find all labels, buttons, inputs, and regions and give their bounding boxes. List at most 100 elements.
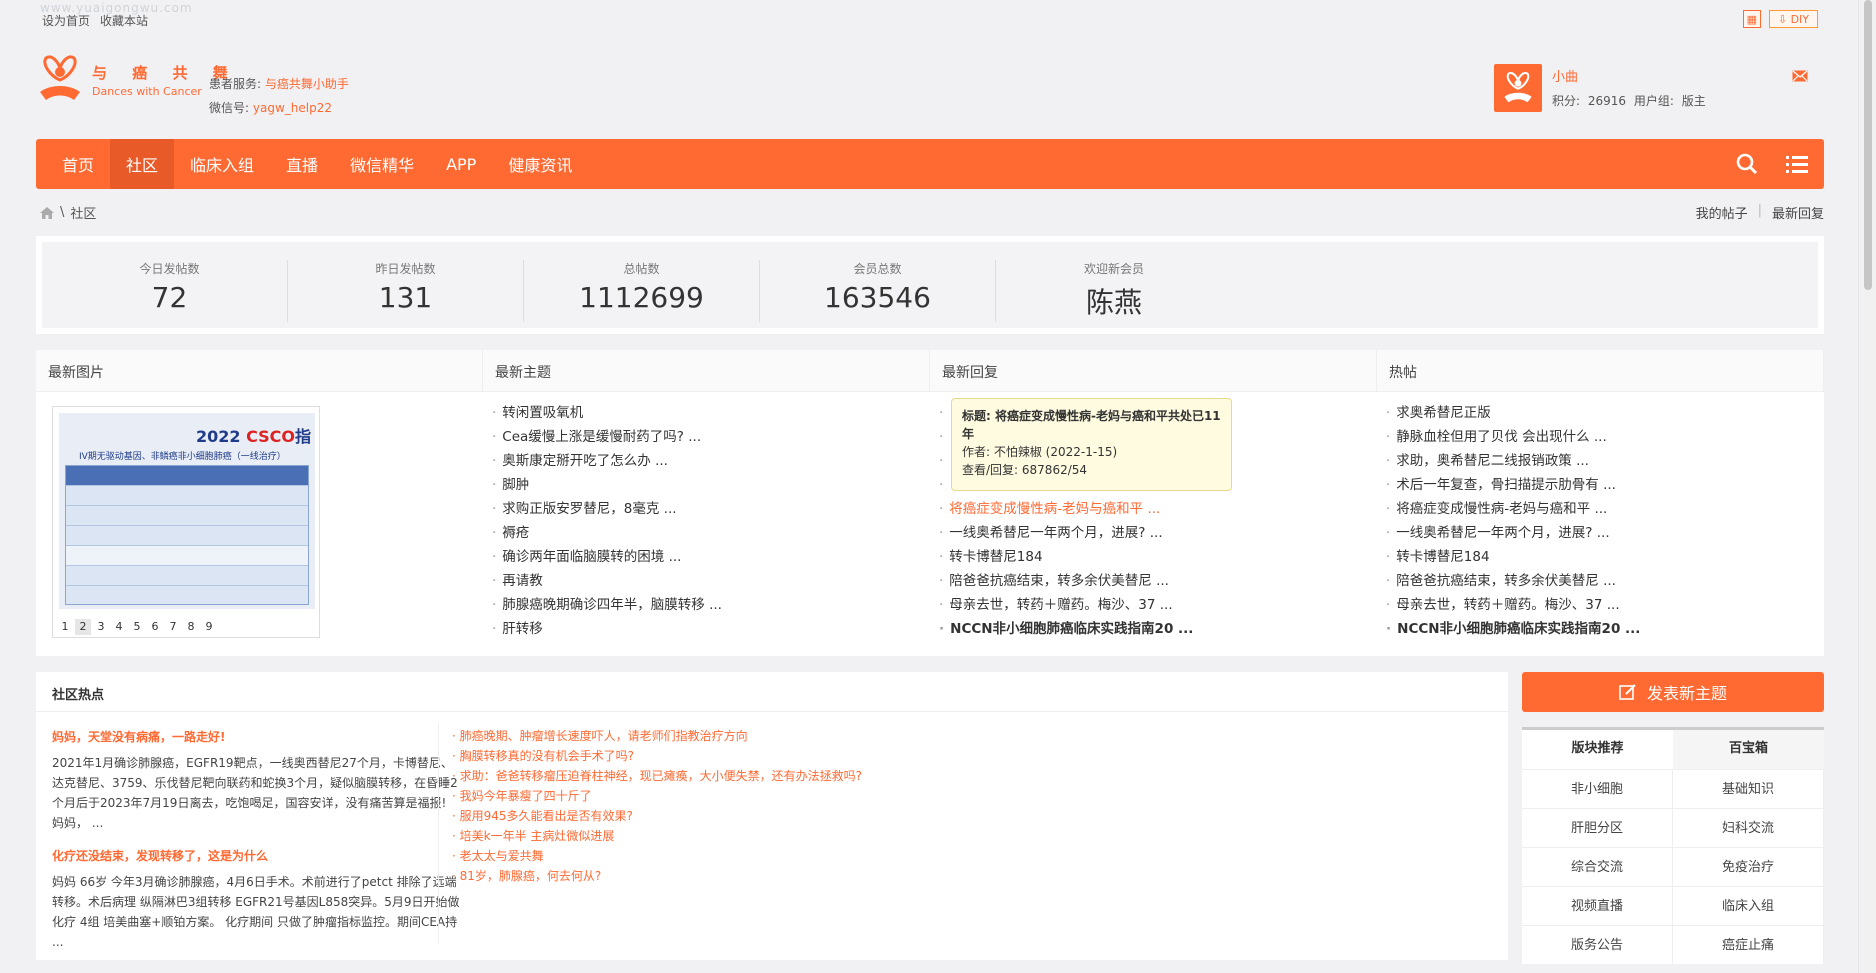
list-item[interactable]: 肝转移 bbox=[492, 617, 722, 641]
header-latest-replies: 最新回复 bbox=[930, 350, 1377, 391]
list-item[interactable]: 陪爸爸抗癌结束，转多余伏美替尼 ... bbox=[939, 569, 1193, 593]
home-icon[interactable] bbox=[40, 206, 54, 219]
list-item[interactable]: 将癌症变成慢性病-老妈与癌和平 ... bbox=[1386, 497, 1640, 521]
list-item[interactable]: 肺腺癌晚期确诊四年半，脑膜转移 ... bbox=[492, 593, 722, 617]
list-item[interactable]: 脚肿 bbox=[492, 473, 722, 497]
sidebar-item[interactable]: 版务公告 bbox=[1522, 925, 1673, 964]
hot-link[interactable]: 胸膜转移真的没有机会手术了吗? bbox=[452, 746, 862, 766]
list-item[interactable]: 褥疮 bbox=[492, 521, 722, 545]
nav-wechat-highlights[interactable]: 微信精华 bbox=[334, 139, 430, 189]
tab-toolbox[interactable]: 百宝箱 bbox=[1673, 730, 1824, 769]
latest-image-slideshow[interactable]: 2022 CSCO指 IV期无驱动基因、非鳞癌非小细胞肺癌（一线治疗） 1 2 … bbox=[52, 406, 320, 638]
list-item[interactable]: 术后一年复查，骨扫描提示肋骨有 ... bbox=[1386, 473, 1640, 497]
list-item[interactable]: 一线奥希替尼一年两个月，进展? ... bbox=[1386, 521, 1640, 545]
sidebar-item[interactable]: 肝胆分区 bbox=[1522, 808, 1673, 847]
scrollbar-thumb[interactable] bbox=[1864, 0, 1872, 290]
nav-live[interactable]: 直播 bbox=[270, 139, 334, 189]
diy-button[interactable]: ⇩ DIY bbox=[1768, 10, 1818, 28]
nav-clinical-trials[interactable]: 临床入组 bbox=[174, 139, 270, 189]
nav-community[interactable]: 社区 bbox=[110, 139, 175, 189]
sidebar-item[interactable]: 视频直播 bbox=[1522, 886, 1673, 925]
pager-page[interactable]: 1 bbox=[57, 619, 73, 635]
community-hot: 社区热点 妈妈，天堂没有病痛，一路走好! 2021年1月确诊肺腺癌，EGFR19… bbox=[36, 672, 1508, 960]
pager-page-current[interactable]: 2 bbox=[75, 619, 91, 635]
pager-page[interactable]: 3 bbox=[93, 619, 109, 635]
list-item[interactable]: 再请教 bbox=[492, 569, 722, 593]
list-item[interactable]: 一线奥希替尼一年两个月，进展? ... bbox=[939, 521, 1193, 545]
feed-headers: 最新图片 最新主题 最新回复 热帖 bbox=[36, 350, 1824, 392]
latest-replies-link[interactable]: 最新回复 bbox=[1772, 203, 1824, 222]
list-item[interactable]: NCCN非小细胞肺癌临床实践指南20 ... bbox=[1386, 617, 1640, 641]
sidebar-item[interactable]: 免疫治疗 bbox=[1673, 847, 1824, 886]
list-item-hovered[interactable]: 将癌症变成慢性病-老妈与癌和平 ... bbox=[939, 497, 1193, 521]
avatar[interactable] bbox=[1494, 64, 1542, 112]
pager-page[interactable]: 7 bbox=[165, 619, 181, 635]
tab-forum-recommend[interactable]: 版块推荐 bbox=[1522, 730, 1673, 769]
search-icon[interactable] bbox=[1736, 153, 1758, 175]
hot-link[interactable]: 我妈今年暴瘦了四十斤了 bbox=[452, 786, 862, 806]
list-item[interactable]: Cea缓慢上涨是缓慢耐药了吗? ... bbox=[492, 425, 722, 449]
logo-icon[interactable] bbox=[36, 54, 84, 104]
pager-page[interactable]: 8 bbox=[183, 619, 199, 635]
list-item[interactable]: NCCN非小细胞肺癌临床实践指南20 ... bbox=[939, 617, 1193, 641]
sidebar-item[interactable]: 妇科交流 bbox=[1673, 808, 1824, 847]
stat-new-member: 欢迎新会员 陈燕 bbox=[996, 260, 1232, 322]
set-homepage-link[interactable]: 设为首页 bbox=[42, 12, 90, 29]
list-item[interactable]: 求助，奥希替尼二线报销政策 ... bbox=[1386, 449, 1640, 473]
list-item[interactable]: 母亲去世，转药＋赠药。梅沙、37 ... bbox=[939, 593, 1193, 617]
nav-home[interactable]: 首页 bbox=[46, 139, 110, 189]
sidebar-item[interactable]: 基础知识 bbox=[1673, 769, 1824, 808]
sidebar-item[interactable]: 非小细胞 bbox=[1522, 769, 1673, 808]
list-item[interactable]: 陪爸爸抗癌结束，转多余伏美替尼 ... bbox=[1386, 569, 1640, 593]
pager-page[interactable]: 6 bbox=[147, 619, 163, 635]
hot-link[interactable]: 服用945多久能看出是否有效果? bbox=[452, 806, 862, 826]
diy-label: DIY bbox=[1790, 12, 1809, 26]
hot-link[interactable]: 老太太与爱共舞 bbox=[452, 846, 862, 866]
breadcrumb-current[interactable]: 社区 bbox=[70, 203, 96, 222]
list-item[interactable]: 确诊两年面临脑膜转的困境 ... bbox=[492, 545, 722, 569]
breadcrumb: \ 社区 bbox=[40, 203, 96, 222]
user-panel: 小曲 积分: 26916 用户组: 版主 bbox=[1494, 64, 1808, 114]
list-item[interactable]: 母亲去世，转药＋赠药。梅沙、37 ... bbox=[1386, 593, 1640, 617]
image-title-year: 2022 bbox=[195, 427, 241, 446]
list-item[interactable]: 静脉血栓但用了贝伐 会出现什么 ... bbox=[1386, 425, 1640, 449]
service-link[interactable]: 与癌共舞小助手 bbox=[265, 77, 349, 91]
page-scrollbar[interactable] bbox=[1858, 0, 1876, 973]
hot-article-title[interactable]: 化疗还没结束，发现转移了，这是为什么 bbox=[52, 847, 460, 864]
new-topic-button[interactable]: 发表新主题 bbox=[1522, 672, 1824, 712]
post-tooltip: 标题: 将癌症变成慢性病-老妈与癌和平共处已11年 作者: 不怕辣椒 (2022… bbox=[951, 398, 1232, 491]
sidebar-item[interactable]: 临床入组 bbox=[1673, 886, 1824, 925]
hot-link[interactable]: 求助：爸爸转移瘤压迫脊柱神经，现已瘫痪，大小便失禁，还有办法拯救吗? bbox=[452, 766, 862, 786]
hot-article-title[interactable]: 妈妈，天堂没有病痛，一路走好! bbox=[52, 728, 460, 745]
image-title: 2022 CSCO指 bbox=[196, 423, 311, 447]
list-item[interactable]: 转卡博替尼184 bbox=[939, 545, 1193, 569]
service-label: 患者服务: bbox=[209, 77, 262, 91]
list-item[interactable]: 转卡博替尼184 bbox=[1386, 545, 1640, 569]
stat-value: 1112699 bbox=[579, 281, 704, 314]
bookmark-link[interactable]: 收藏本站 bbox=[100, 12, 148, 29]
my-posts-link[interactable]: 我的帖子 bbox=[1696, 203, 1748, 222]
header-hot-posts: 热帖 bbox=[1377, 350, 1824, 391]
hot-link[interactable]: 肺癌晚期、肿瘤增长速度吓人，请老师们指教治疗方向 bbox=[452, 726, 862, 746]
nav-health-news[interactable]: 健康资讯 bbox=[492, 139, 588, 189]
hot-link[interactable]: 培美k一年半 主病灶微似进展 bbox=[452, 826, 862, 846]
layout-icon[interactable]: ▦ bbox=[1742, 10, 1761, 28]
list-item[interactable]: 转闲置吸氧机 bbox=[492, 401, 722, 425]
stat-total-members: 会员总数 163546 bbox=[760, 260, 996, 322]
list-item[interactable]: 求奥希替尼正版 bbox=[1386, 401, 1640, 425]
hot-heading: 社区热点 bbox=[36, 672, 1508, 712]
nav-app[interactable]: APP bbox=[430, 139, 492, 189]
pager-page[interactable]: 5 bbox=[129, 619, 145, 635]
mail-icon[interactable] bbox=[1792, 70, 1808, 82]
latest-topics-list: 转闲置吸氧机 Cea缓慢上涨是缓慢耐药了吗? ... 奥斯康定掰开吃了怎么办 .… bbox=[492, 401, 722, 641]
sidebar-item[interactable]: 综合交流 bbox=[1522, 847, 1673, 886]
user-name[interactable]: 小曲 bbox=[1552, 66, 1578, 85]
list-item[interactable]: 求购正版安罗替尼，8毫克 ... bbox=[492, 497, 722, 521]
pager-page[interactable]: 4 bbox=[111, 619, 127, 635]
hot-link[interactable]: 81岁，肺腺癌，何去何从? bbox=[452, 866, 862, 886]
pager-page[interactable]: 9 bbox=[201, 619, 217, 635]
menu-list-icon[interactable] bbox=[1786, 153, 1808, 175]
sidebar-item[interactable]: 癌症止痛 bbox=[1673, 925, 1824, 964]
stat-value[interactable]: 陈燕 bbox=[996, 281, 1232, 321]
list-item[interactable]: 奥斯康定掰开吃了怎么办 ... bbox=[492, 449, 722, 473]
